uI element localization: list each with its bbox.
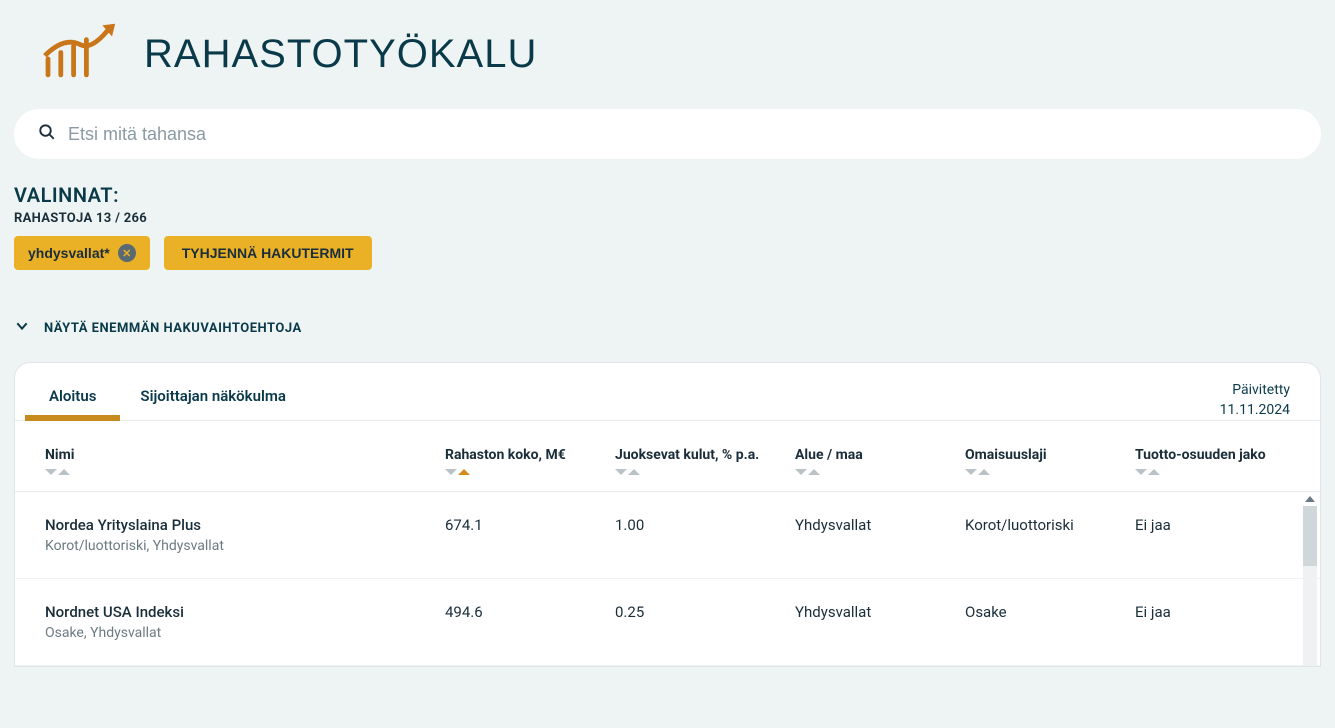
cell-size: 674.1 xyxy=(445,516,615,554)
chart-growth-icon xyxy=(40,20,120,89)
header: RAHASTOTYÖKALU xyxy=(0,0,1335,99)
cell-cost: 0.25 xyxy=(615,603,795,641)
results-count: RAHASTOJA 13 / 266 xyxy=(14,211,1321,226)
results-card: Aloitus Sijoittajan näkökulma Päivitetty… xyxy=(14,362,1321,667)
fund-name: Nordea Yrityslaina Plus xyxy=(45,516,445,534)
search-icon xyxy=(38,123,56,145)
scrollbar-thumb[interactable] xyxy=(1303,506,1317,566)
search-bar[interactable] xyxy=(14,109,1321,159)
cell-region: Yhdysvallat xyxy=(795,516,965,554)
filter-chip-label: yhdysvallat* xyxy=(28,245,110,261)
tabs: Aloitus Sijoittajan näkökulma xyxy=(45,381,290,419)
sort-asc-icon xyxy=(808,469,820,475)
table-header: Nimi Rahaston koko, M€ Juoksevat kulut, … xyxy=(15,420,1320,491)
sort-icons[interactable] xyxy=(445,469,615,475)
sort-desc-icon xyxy=(445,469,457,475)
table-body: Nordea Yrityslaina Plus Korot/luottorisk… xyxy=(15,492,1320,666)
page-title: RAHASTOTYÖKALU xyxy=(144,32,537,77)
updated-info: Päivitetty 11.11.2024 xyxy=(1220,381,1290,420)
sort-asc-icon xyxy=(458,469,470,475)
col-koko[interactable]: Rahaston koko, M€ xyxy=(445,447,615,475)
col-kulut[interactable]: Juoksevat kulut, % p.a. xyxy=(615,447,795,475)
table-row[interactable]: Nordea Yrityslaina Plus Korot/luottorisk… xyxy=(15,492,1320,579)
sort-asc-icon xyxy=(978,469,990,475)
tab-aloitus[interactable]: Aloitus xyxy=(45,381,100,419)
fund-subtext: Korot/luottoriski, Yhdysvallat xyxy=(45,538,445,554)
chevron-down-icon xyxy=(14,318,30,338)
cell-size: 494.6 xyxy=(445,603,615,641)
sort-desc-icon xyxy=(965,469,977,475)
expand-options-toggle[interactable]: NÄYTÄ ENEMMÄN HAKUVAIHTOEHTOJA xyxy=(14,318,1321,338)
clear-filters-button[interactable]: TYHJENNÄ HAKUTERMIT xyxy=(164,236,372,270)
search-input[interactable] xyxy=(68,124,1297,145)
col-label: Omaisuuslaji xyxy=(965,447,1135,463)
col-label: Tuotto-osuuden jako xyxy=(1135,447,1290,463)
fund-subtext: Osake, Yhdysvallat xyxy=(45,625,445,641)
scroll-up-icon[interactable] xyxy=(1305,496,1315,502)
filter-chip-yhdysvallat[interactable]: yhdysvallat* ✕ xyxy=(14,236,150,270)
col-tuotto[interactable]: Tuotto-osuuden jako xyxy=(1135,447,1290,475)
updated-label: Päivitetty xyxy=(1220,381,1290,401)
col-label: Juoksevat kulut, % p.a. xyxy=(615,447,795,463)
sort-asc-icon xyxy=(1148,469,1160,475)
sort-asc-icon xyxy=(58,469,70,475)
cell-cost: 1.00 xyxy=(615,516,795,554)
cell-dist: Ei jaa xyxy=(1135,516,1290,554)
scrollbar-track[interactable] xyxy=(1303,506,1317,666)
col-label: Alue / maa xyxy=(795,447,965,463)
filters-title: VALINNAT: xyxy=(14,183,1321,207)
table-row[interactable]: Nordnet USA Indeksi Osake, Yhdysvallat 4… xyxy=(15,579,1320,666)
sort-icons[interactable] xyxy=(795,469,965,475)
expand-options-label: NÄYTÄ ENEMMÄN HAKUVAIHTOEHTOJA xyxy=(44,321,302,336)
sort-icons[interactable] xyxy=(45,469,445,475)
sort-icons[interactable] xyxy=(965,469,1135,475)
sort-desc-icon xyxy=(1135,469,1147,475)
col-omaisuuslaji[interactable]: Omaisuuslaji xyxy=(965,447,1135,475)
cell-region: Yhdysvallat xyxy=(795,603,965,641)
col-label: Nimi xyxy=(45,447,445,463)
clear-filters-label: TYHJENNÄ HAKUTERMIT xyxy=(182,245,354,261)
cell-asset: Osake xyxy=(965,603,1135,641)
col-nimi[interactable]: Nimi xyxy=(45,447,445,475)
col-label: Rahaston koko, M€ xyxy=(445,447,615,463)
sort-icons[interactable] xyxy=(615,469,795,475)
filters-section: VALINNAT: RAHASTOJA 13 / 266 yhdysvallat… xyxy=(0,159,1335,270)
cell-asset: Korot/luottoriski xyxy=(965,516,1135,554)
sort-asc-icon xyxy=(628,469,640,475)
close-icon[interactable]: ✕ xyxy=(118,244,136,262)
cell-dist: Ei jaa xyxy=(1135,603,1290,641)
fund-name: Nordnet USA Indeksi xyxy=(45,603,445,621)
sort-icons[interactable] xyxy=(1135,469,1290,475)
scrollbar[interactable] xyxy=(1302,492,1318,666)
tab-sijoittajan[interactable]: Sijoittajan näkökulma xyxy=(136,381,290,419)
sort-desc-icon xyxy=(45,469,57,475)
sort-desc-icon xyxy=(795,469,807,475)
col-alue[interactable]: Alue / maa xyxy=(795,447,965,475)
updated-date: 11.11.2024 xyxy=(1220,401,1290,421)
sort-desc-icon xyxy=(615,469,627,475)
